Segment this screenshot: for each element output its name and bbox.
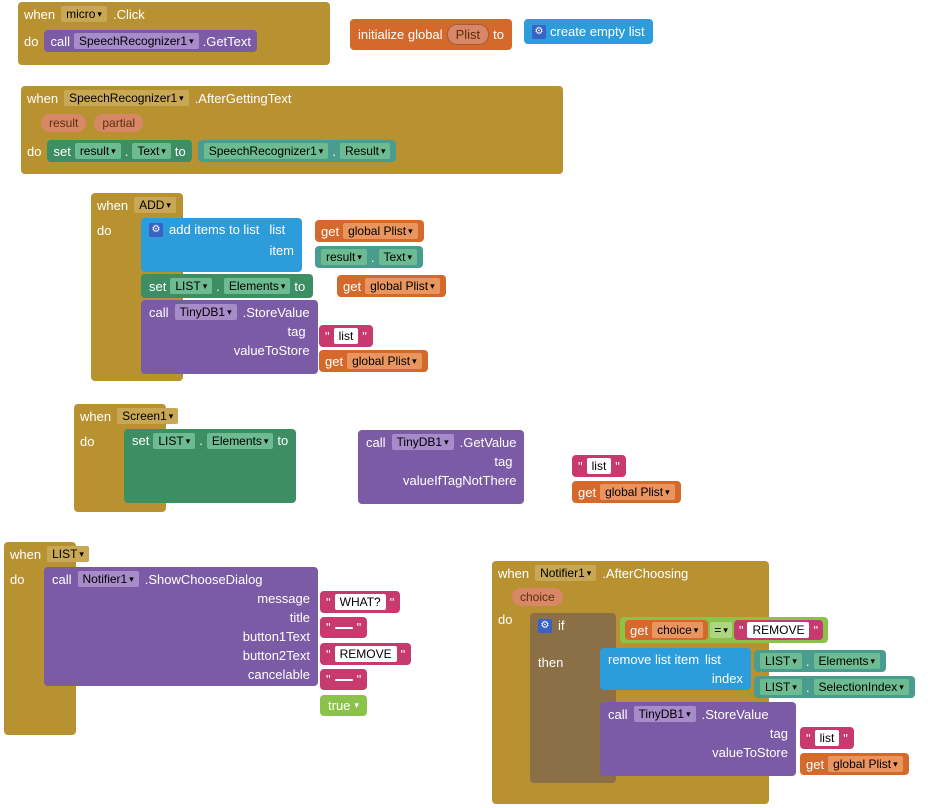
remove-list-item[interactable]: remove list item list index bbox=[600, 648, 751, 690]
event-micro-click[interactable]: when micro▾ .Click do call SpeechRecogni… bbox=[18, 2, 330, 65]
list-selindex-getter[interactable]: LIST▾ . SelectionIndex▾ bbox=[754, 676, 915, 698]
get-plist4[interactable]: get global Plist▾ bbox=[572, 481, 681, 503]
init-global-plist[interactable]: initialize global Plist to bbox=[350, 19, 512, 50]
param-result: result bbox=[41, 114, 86, 132]
result-text-getter[interactable]: result▾ . Text▾ bbox=[315, 246, 423, 268]
text-empty2[interactable]: "" bbox=[320, 669, 367, 690]
gear-icon[interactable]: ⚙ bbox=[538, 619, 552, 633]
var-name: Plist bbox=[447, 24, 490, 45]
text-what[interactable]: "WHAT?" bbox=[320, 591, 400, 613]
call-notifier-showchoose[interactable]: call Notifier1▾ .ShowChooseDialog messag… bbox=[44, 567, 318, 686]
text-remove2[interactable]: "REMOVE" bbox=[734, 620, 823, 640]
when-label: when bbox=[24, 7, 55, 22]
sr-dropdown[interactable]: SpeechRecognizer1▾ bbox=[74, 33, 199, 49]
get-choice[interactable]: get choice▾ bbox=[625, 620, 708, 640]
get-plist3[interactable]: get global Plist▾ bbox=[319, 350, 428, 372]
call-tinydb-store2[interactable]: call TinyDB1▾ .StoreValue tag valueToSto… bbox=[600, 702, 796, 776]
set-list-elements[interactable]: set LIST▾ . Elements▾ to bbox=[141, 274, 313, 298]
text-empty[interactable]: "" bbox=[320, 617, 367, 638]
get-plist2[interactable]: get global Plist▾ bbox=[337, 275, 446, 297]
component-dropdown[interactable]: micro▾ bbox=[61, 6, 107, 22]
get-plist5[interactable]: get global Plist▾ bbox=[800, 753, 909, 775]
gear-icon[interactable]: ⚙ bbox=[532, 25, 546, 39]
set-result-text[interactable]: set result▾ . Text▾ to bbox=[47, 140, 191, 162]
param-partial: partial bbox=[94, 114, 143, 132]
text-remove[interactable]: "REMOVE" bbox=[320, 643, 411, 665]
sr-result-getter[interactable]: SpeechRecognizer1▾ . Result▾ bbox=[198, 140, 397, 162]
call-block[interactable]: call SpeechRecognizer1▾ .GetText bbox=[44, 30, 257, 52]
call-tinydb-getvalue[interactable]: call TinyDB1▾ .GetValue tag valueIfTagNo… bbox=[358, 430, 524, 504]
text-list3[interactable]: "list" bbox=[800, 727, 854, 749]
create-empty-list[interactable]: ⚙ create empty list bbox=[524, 19, 653, 44]
sr-dropdown[interactable]: SpeechRecognizer1▾ bbox=[64, 90, 189, 106]
equals-block[interactable]: get choice▾ =▾ "REMOVE" bbox=[620, 617, 828, 643]
event-sr-aftergetting[interactable]: when SpeechRecognizer1▾ .AfterGettingTex… bbox=[21, 86, 563, 174]
get-plist[interactable]: get global Plist▾ bbox=[315, 220, 424, 242]
list-elements-getter[interactable]: LIST▾ . Elements▾ bbox=[754, 650, 886, 672]
text-list2[interactable]: " list " bbox=[572, 455, 626, 477]
call-tinydb-store[interactable]: call TinyDB1▾ .StoreValue tag valueToSto… bbox=[141, 300, 318, 374]
text-list[interactable]: " list " bbox=[319, 325, 373, 347]
param-choice: choice bbox=[512, 588, 563, 606]
gear-icon[interactable]: ⚙ bbox=[149, 223, 163, 237]
do-label: do bbox=[24, 34, 38, 49]
bool-true[interactable]: true▾ bbox=[320, 695, 367, 716]
set-list-elements2[interactable]: set LIST▾ . Elements▾ to bbox=[124, 429, 296, 503]
add-items-to-list[interactable]: ⚙ add items to list list item bbox=[141, 218, 302, 272]
event-label: .Click bbox=[113, 7, 145, 22]
